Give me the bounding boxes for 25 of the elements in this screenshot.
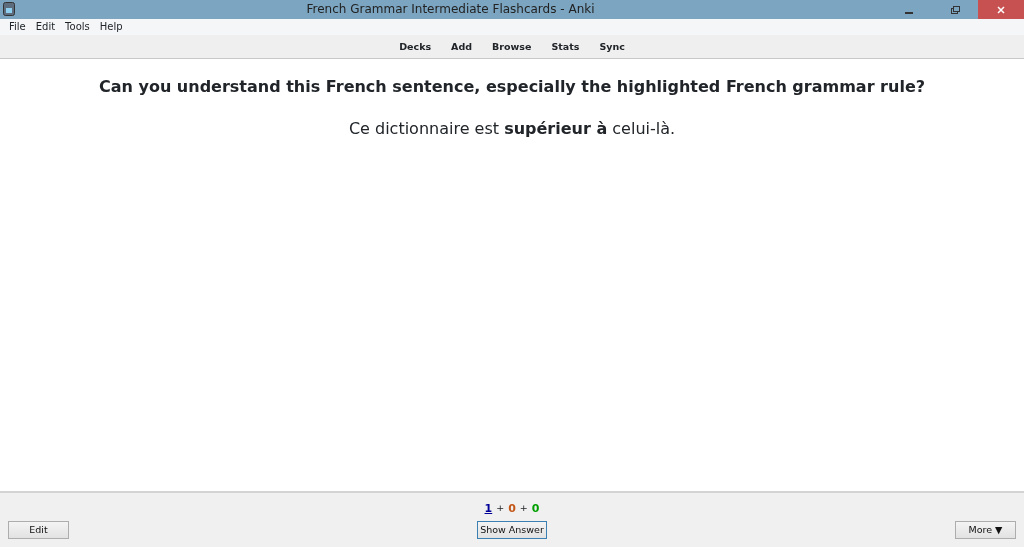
- card-count: 0: [531, 500, 540, 517]
- menu-item[interactable]: Tools: [60, 19, 95, 35]
- toolbar-link[interactable]: Decks: [389, 35, 442, 58]
- toolbar-link[interactable]: Add: [441, 35, 483, 58]
- menu-item[interactable]: Help: [94, 19, 128, 35]
- plus-sign: +: [496, 500, 505, 515]
- more-button[interactable]: More ▼: [955, 521, 1016, 539]
- french-sentence: Ce dictionnaire est supérieur à celui-là.: [347, 118, 677, 140]
- card-count: 1: [484, 500, 493, 517]
- toolbar-link[interactable]: Sync: [589, 35, 635, 58]
- close-button[interactable]: [978, 0, 1024, 19]
- toolbar-link[interactable]: Stats: [541, 35, 590, 58]
- app-icon: [3, 2, 15, 16]
- card-count: 0: [508, 500, 516, 517]
- question-text: Can you understand this French sentence, especially the highlighted French grammar rule?: [97, 76, 926, 98]
- toolbar-link[interactable]: Browse: [482, 35, 542, 58]
- minimize-icon: [905, 11, 913, 14]
- menu-item[interactable]: File: [4, 19, 31, 35]
- show-answer-button[interactable]: Show Answer: [477, 521, 547, 539]
- window-title: French Grammar Intermediate Flashcards - Anki: [305, 1, 596, 18]
- close-icon: [997, 5, 1005, 14]
- plus-sign: +: [519, 500, 528, 515]
- restore-icon: [950, 5, 960, 14]
- edit-button[interactable]: Edit: [8, 521, 69, 539]
- menu-item[interactable]: Edit: [30, 19, 61, 35]
